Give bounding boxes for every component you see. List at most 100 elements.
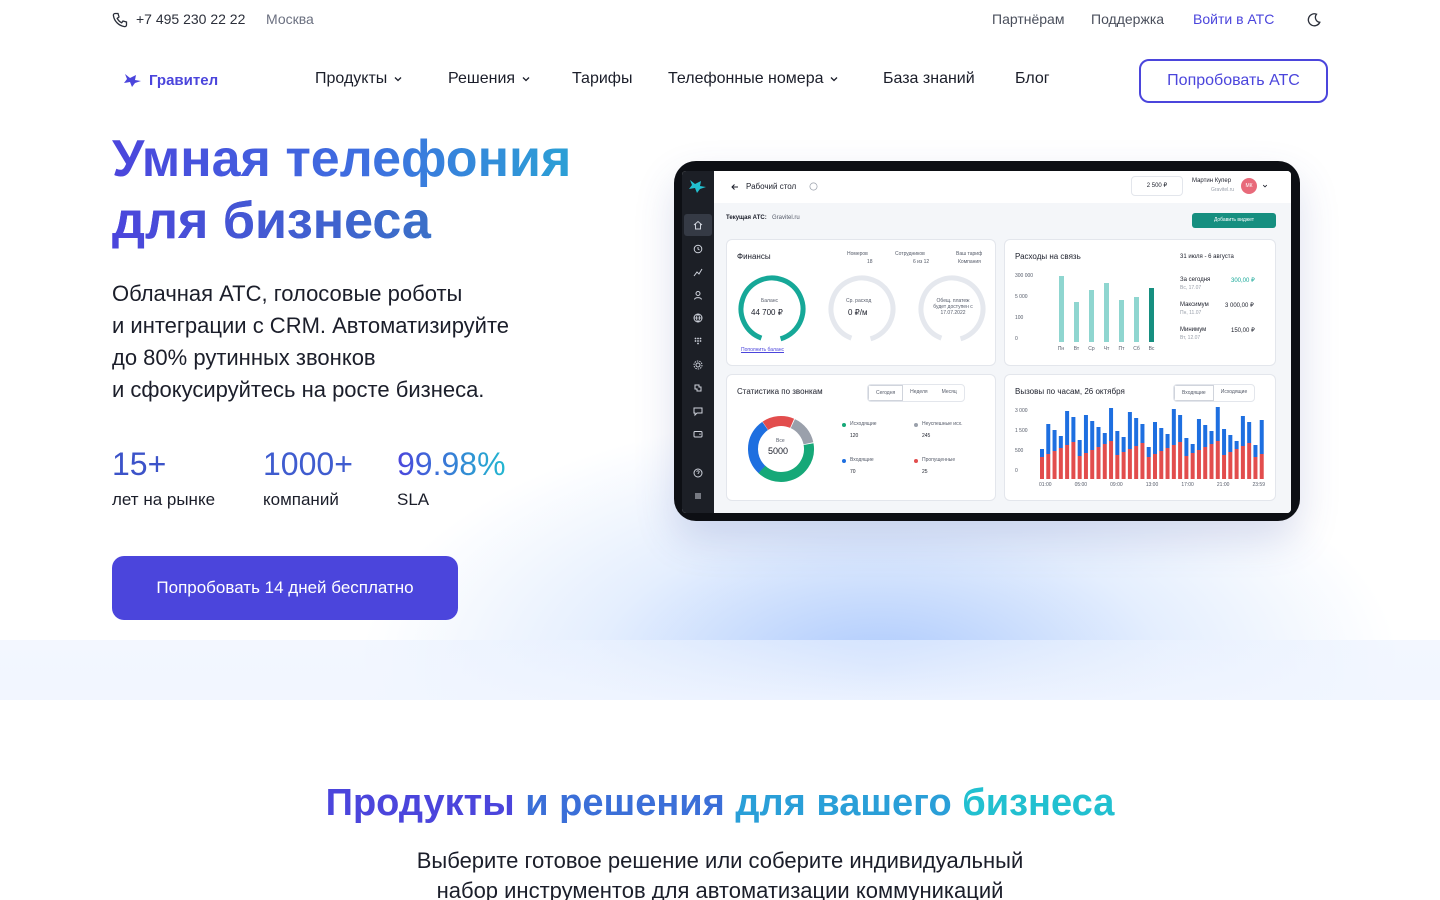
card-title: Расходы на связь: [1015, 252, 1081, 261]
dashboard-screen: Рабочий стол 2 500 ₽ Мартин Купер Gravit…: [682, 171, 1291, 513]
stat-label: SLA: [397, 490, 430, 509]
x-tick-label: 01:00: [1039, 482, 1052, 488]
logo[interactable]: Гравител: [122, 71, 218, 89]
nav-item-tariffs[interactable]: Тарифы: [572, 70, 632, 88]
x-tick-label: 23:59: [1252, 482, 1265, 488]
avg-expense-value: 0 ₽/м: [848, 308, 868, 317]
products-section-title: Продукты и решения для вашего бизнеса: [0, 778, 1440, 828]
nav-item-blog[interactable]: Блог: [1015, 70, 1050, 88]
day-label: Вс: [1148, 346, 1155, 352]
products-section-subtitle: Выберите готовое решение или соберите ин…: [0, 846, 1440, 900]
help-icon: [693, 468, 703, 478]
hero-subtitle-line: и сфокусируйтесь на росте бизнеса.: [112, 377, 485, 402]
hourly-bar-segment: [1196, 450, 1201, 479]
tab-incoming[interactable]: Входящие: [1174, 385, 1214, 401]
hero-subtitle-line: Облачная АТС, голосовые роботы: [112, 281, 463, 306]
expense-min-value: 150,00 ₽: [1231, 328, 1255, 334]
hourly-bar-segment: [1178, 442, 1183, 479]
expense-min-label: Минимум: [1180, 327, 1207, 333]
login-link[interactable]: Войти в АТС: [1193, 11, 1274, 27]
hourly-bar-segment: [1190, 453, 1195, 479]
hero-subtitle-line: и интеграции с CRM. Автоматизируйте: [112, 313, 510, 338]
hourly-bar-segment: [1140, 443, 1145, 479]
y-tick-label: 0: [1015, 468, 1018, 474]
hourly-bar-segment: [1171, 409, 1176, 445]
day-label: Чт: [1103, 346, 1110, 352]
menu-icon: [695, 493, 701, 499]
expenses-bar-chart: [1059, 276, 1154, 342]
balance-chip: 2 500 ₽: [1131, 176, 1183, 196]
stat-label: компаний: [263, 490, 339, 509]
tab-month[interactable]: Месяц: [935, 385, 964, 401]
stat-value: 1000+: [263, 446, 353, 482]
nav-item-phone-numbers[interactable]: Телефонные номера: [668, 70, 839, 88]
tab-outgoing[interactable]: Исходящие: [1214, 385, 1255, 401]
hourly-bar-segment: [1040, 457, 1044, 479]
hourly-bar-segment: [1102, 444, 1107, 479]
phone-link[interactable]: +7 495 230 22 22: [136, 11, 245, 27]
hourly-bar-segment: [1240, 416, 1245, 446]
dashboard-main: Рабочий стол 2 500 ₽ Мартин Купер Gravit…: [714, 171, 1291, 513]
day-label: Сб: [1133, 346, 1140, 352]
hourly-bar-segment: [1071, 417, 1076, 442]
hourly-bar-segment: [1222, 429, 1227, 455]
hourly-bar-segment: [1240, 446, 1245, 479]
tariff-value: Компания: [958, 259, 981, 265]
hourly-bar-segment: [1096, 427, 1101, 447]
try-atc-button[interactable]: Попробовать АТС: [1139, 59, 1328, 103]
partners-link[interactable]: Партнёрам: [992, 11, 1064, 27]
chat-icon: [693, 407, 703, 417]
hourly-bar-segment: [1228, 452, 1233, 479]
user-name: Мартин Купер: [1192, 178, 1232, 184]
legend-value: 120: [850, 433, 859, 439]
analytics-icon: [693, 268, 703, 277]
expense-bar: [1104, 283, 1109, 342]
hourly-bar-segment: [1096, 447, 1101, 479]
hourly-bar-segment: [1159, 428, 1164, 451]
hourly-bar-segment: [1071, 442, 1076, 479]
title-part: для вашего: [735, 782, 952, 824]
hero-title-line2: для бизнеса: [112, 192, 431, 250]
y-tick-label: 300 000: [1015, 273, 1034, 279]
dashboard-header: Рабочий стол 2 500 ₽ Мартин Купер Gravit…: [714, 171, 1291, 203]
balance-label: Баланс: [761, 298, 779, 304]
hourly-bar-segment: [1065, 411, 1070, 445]
support-link[interactable]: Поддержка: [1091, 11, 1164, 27]
tab-today[interactable]: Сегодня: [868, 385, 904, 401]
topup-link[interactable]: Пополнить баланс: [741, 347, 784, 353]
nav-item-knowledge-base[interactable]: База знаний: [883, 70, 975, 88]
stat-value: 15+: [112, 446, 167, 482]
hourly-bar-segment: [1190, 444, 1195, 453]
avatar[interactable]: МК: [1241, 178, 1257, 194]
nav-item-products[interactable]: Продукты: [315, 70, 403, 88]
day-label: Пн: [1057, 346, 1065, 352]
expense-bar: [1149, 288, 1154, 342]
free-trial-button[interactable]: Попробовать 14 дней бесплатно: [112, 556, 458, 620]
hourly-bar-segment: [1184, 456, 1189, 479]
hourly-bar-chart: [1040, 407, 1264, 479]
expense-max-label: Максимум: [1180, 302, 1209, 308]
user-icon: [694, 291, 702, 300]
phone-icon: [112, 12, 128, 28]
city-selector[interactable]: Москва: [266, 11, 314, 27]
legend-value: 25: [922, 469, 928, 475]
chevron-down-icon[interactable]: [1262, 183, 1268, 189]
tab-week[interactable]: Неделя: [903, 385, 934, 401]
hourly-bar-segment: [1127, 412, 1132, 449]
numbers-label: Номеров: [847, 251, 868, 257]
call-stats-card: Статистика по звонкам Сегодня Неделя Мес…: [726, 374, 996, 501]
nav-item-solutions[interactable]: Решения: [448, 70, 531, 88]
hourly-bar-segment: [1259, 454, 1264, 479]
legend-label: Исходящие: [850, 421, 877, 427]
hourly-bar-segment: [1115, 455, 1120, 479]
main-nav: Гравител Продукты Решения Тарифы Телефон…: [0, 56, 1440, 104]
expense-min-date: Вт, 12.07: [1180, 335, 1201, 341]
expense-max-value: 3 000,00 ₽: [1225, 303, 1254, 309]
hourly-bar-segment: [1196, 419, 1201, 450]
subtitle-line: Выберите готовое решение или соберите ин…: [416, 848, 1024, 873]
add-widget-button[interactable]: Добавить виджет: [1192, 213, 1276, 228]
expenses-day-labels: Пн Вт Ср Чт Пт Сб Вс: [1053, 346, 1165, 352]
nav-item-label: Решения: [448, 70, 516, 87]
stat-years: 15+ лет на рынке: [112, 444, 215, 510]
theme-toggle-moon-icon[interactable]: [1306, 12, 1322, 28]
